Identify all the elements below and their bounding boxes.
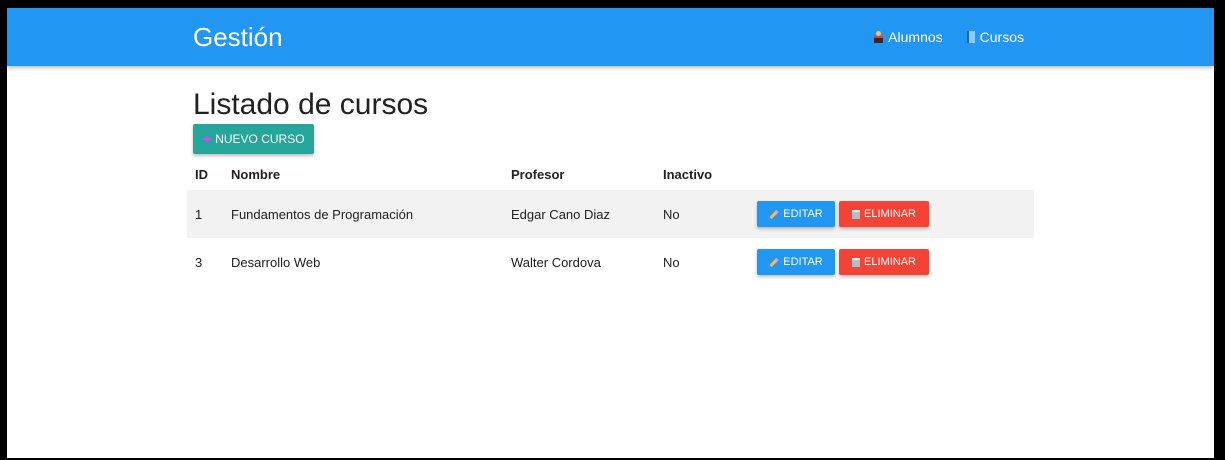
page-title: Listado de cursos — [193, 88, 429, 121]
table-row: 3 Desarrollo Web Walter Cordova No EDITA… — [187, 238, 1034, 286]
cell-nombre: Desarrollo Web — [231, 254, 321, 270]
nav-link-label: Cursos — [979, 29, 1024, 45]
table-row: 1 Fundamentos de Programación Edgar Cano… — [187, 190, 1034, 238]
edit-button-label: EDITAR — [783, 208, 823, 220]
top-navbar: Gestión Alumnos Cursos — [7, 8, 1214, 66]
new-course-button[interactable]: + NUEVO CURSO — [193, 124, 314, 154]
delete-button-label: ELIMINAR — [864, 256, 916, 268]
row-actions: EDITAR ELIMINAR — [757, 201, 1034, 227]
app-window: Gestión Alumnos Cursos Listado de cursos… — [7, 8, 1214, 458]
header-inactivo: Inactivo — [663, 166, 713, 182]
row-actions: EDITAR ELIMINAR — [757, 249, 1034, 275]
trash-icon — [852, 209, 861, 219]
header-actions — [749, 158, 1034, 190]
delete-button[interactable]: ELIMINAR — [839, 249, 929, 275]
edit-button-label: EDITAR — [783, 256, 823, 268]
nav-link-label: Alumnos — [888, 29, 943, 45]
cell-id: 3 — [195, 254, 203, 270]
courses-table: ID Nombre Profesor Inactivo 1 Fundamento… — [187, 158, 1034, 286]
cell-actions: EDITAR ELIMINAR — [749, 190, 1034, 238]
header-id: ID — [195, 166, 208, 182]
nav-link-cursos[interactable]: Cursos — [966, 29, 1024, 45]
nav-links: Alumnos Cursos — [874, 8, 1024, 66]
delete-button[interactable]: ELIMINAR — [839, 201, 929, 227]
cell-id: 1 — [195, 206, 203, 222]
nav-link-alumnos[interactable]: Alumnos — [874, 29, 943, 45]
student-icon — [874, 31, 884, 43]
plus-icon: + — [202, 130, 212, 148]
new-course-button-label: NUEVO CURSO — [215, 132, 305, 146]
book-icon — [966, 31, 975, 43]
edit-button[interactable]: EDITAR — [757, 201, 835, 227]
cell-inactivo: No — [663, 206, 680, 222]
cell-actions: EDITAR ELIMINAR — [749, 238, 1034, 286]
cell-profesor: Walter Cordova — [511, 254, 601, 270]
trash-icon — [852, 257, 861, 267]
cell-nombre: Fundamentos de Programación — [231, 206, 414, 222]
pencil-icon — [769, 257, 779, 267]
header-nombre: Nombre — [231, 166, 281, 182]
header-profesor: Profesor — [511, 166, 565, 182]
brand-logo[interactable]: Gestión — [193, 8, 283, 66]
cell-profesor: Edgar Cano Diaz — [511, 206, 610, 222]
table-header-row: ID Nombre Profesor Inactivo — [187, 158, 1034, 190]
pencil-icon — [769, 209, 779, 219]
cell-inactivo: No — [663, 254, 680, 270]
edit-button[interactable]: EDITAR — [757, 249, 835, 275]
delete-button-label: ELIMINAR — [864, 208, 916, 220]
